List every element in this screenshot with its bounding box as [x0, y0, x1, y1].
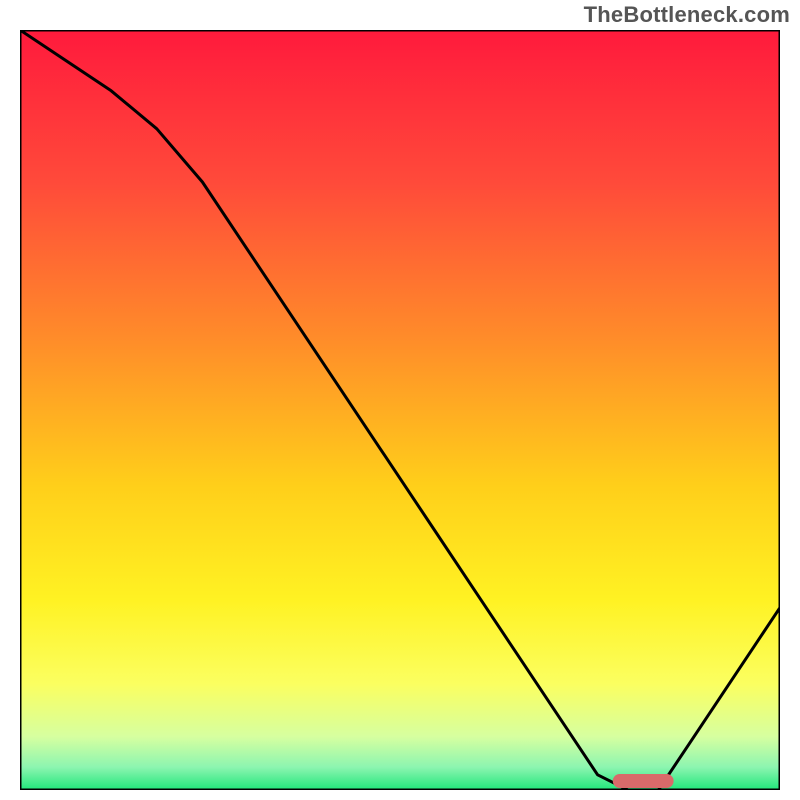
optimal-range-marker: [613, 774, 674, 788]
gradient-background: [20, 30, 780, 790]
chart-container: TheBottleneck.com: [0, 0, 800, 800]
watermark-text: TheBottleneck.com: [584, 2, 790, 28]
chart-svg: [20, 30, 780, 790]
plot-area: [20, 30, 780, 790]
